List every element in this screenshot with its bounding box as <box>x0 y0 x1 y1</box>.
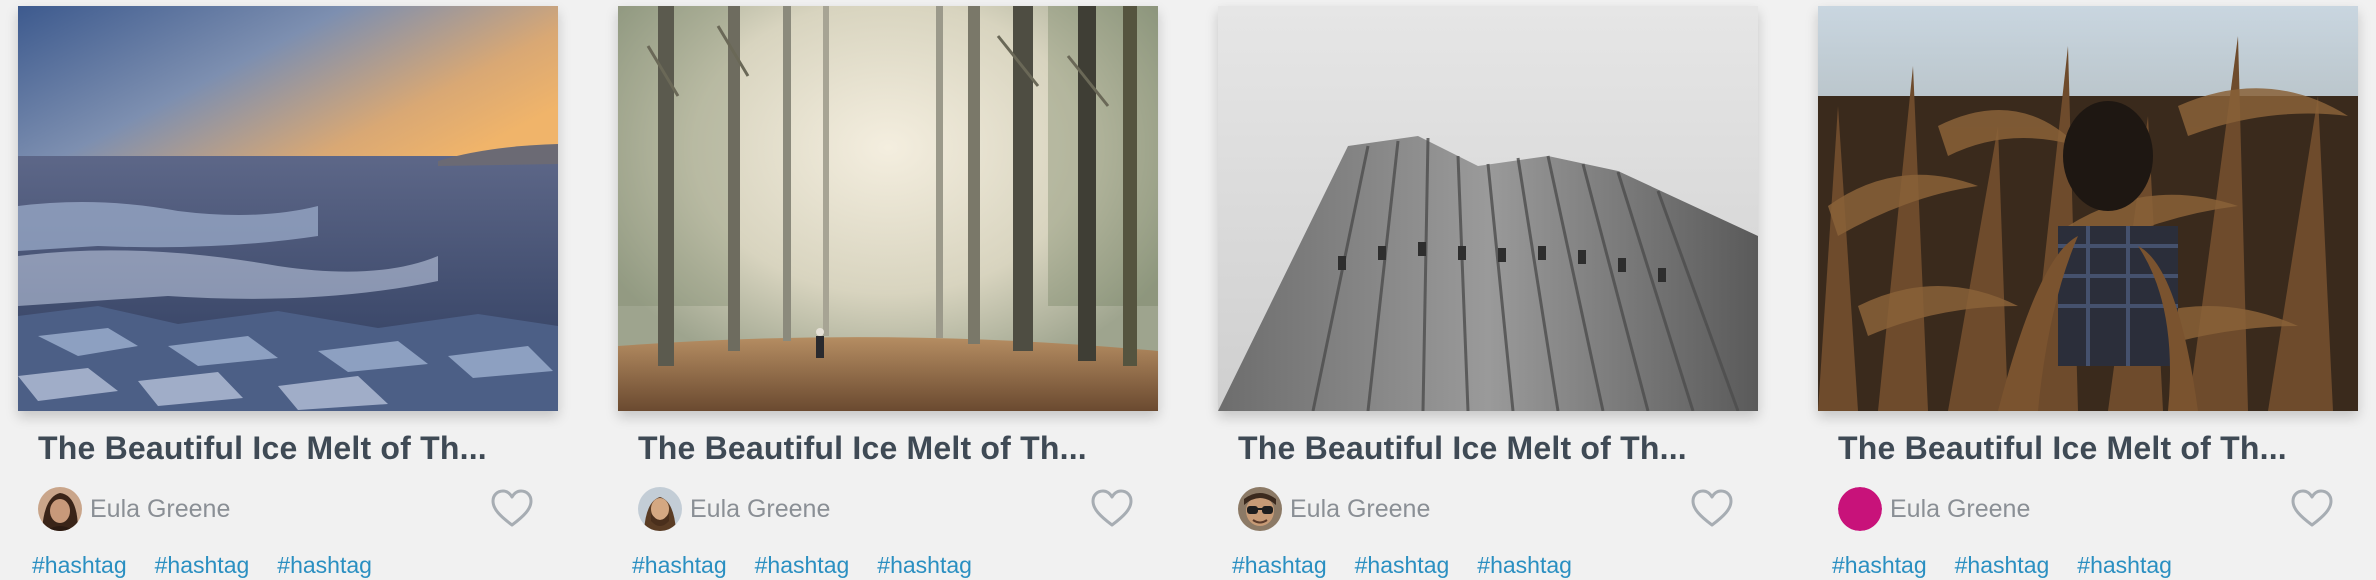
post-title[interactable]: The Beautiful Ice Melt of Th... <box>1238 430 1758 467</box>
post-card: The Beautiful Ice Melt of Th... Eula Gre… <box>1218 6 1758 578</box>
post-card: The Beautiful Ice Melt of Th... Eula Gre… <box>618 6 1158 578</box>
post-thumbnail-image[interactable] <box>1818 6 2358 411</box>
post-title[interactable]: The Beautiful Ice Melt of Th... <box>638 430 1158 467</box>
hashtag-link[interactable]: #hashtag <box>1955 552 2050 579</box>
hashtag-list: #hashtag #hashtag #hashtag <box>632 552 972 579</box>
hashtag-link[interactable]: #hashtag <box>1232 552 1327 579</box>
hashtag-link[interactable]: #hashtag <box>1477 552 1572 579</box>
hashtag-link[interactable]: #hashtag <box>277 552 372 579</box>
hashtag-link[interactable]: #hashtag <box>155 552 250 579</box>
author-name: Eula Greene <box>90 494 231 523</box>
hashtag-list: #hashtag #hashtag #hashtag <box>32 552 372 579</box>
author-avatar <box>638 487 682 531</box>
heart-outline-icon[interactable] <box>490 488 534 528</box>
author-avatar <box>1838 487 1882 531</box>
author-name: Eula Greene <box>690 494 831 523</box>
author-link[interactable]: Eula Greene <box>1838 486 2030 532</box>
post-thumbnail-image[interactable] <box>1218 6 1758 411</box>
heart-outline-icon[interactable] <box>2290 488 2334 528</box>
author-link[interactable]: Eula Greene <box>1238 486 1430 532</box>
hashtag-link[interactable]: #hashtag <box>1355 552 1450 579</box>
hashtag-link[interactable]: #hashtag <box>1832 552 1927 579</box>
post-card: The Beautiful Ice Melt of Th... Eula Gre… <box>1818 6 2358 578</box>
hashtag-link[interactable]: #hashtag <box>755 552 850 579</box>
hashtag-link[interactable]: #hashtag <box>632 552 727 579</box>
author-link[interactable]: Eula Greene <box>638 486 830 532</box>
post-title[interactable]: The Beautiful Ice Melt of Th... <box>38 430 558 467</box>
post-thumbnail-image[interactable] <box>18 6 558 411</box>
heart-outline-icon[interactable] <box>1090 488 1134 528</box>
author-name: Eula Greene <box>1290 494 1431 523</box>
post-thumbnail-image[interactable] <box>618 6 1158 411</box>
author-link[interactable]: Eula Greene <box>38 486 230 532</box>
hashtag-link[interactable]: #hashtag <box>2077 552 2172 579</box>
hashtag-link[interactable]: #hashtag <box>32 552 127 579</box>
hashtag-link[interactable]: #hashtag <box>877 552 972 579</box>
post-title[interactable]: The Beautiful Ice Melt of Th... <box>1838 430 2358 467</box>
author-name: Eula Greene <box>1890 494 2031 523</box>
hashtag-list: #hashtag #hashtag #hashtag <box>1232 552 1572 579</box>
post-card: The Beautiful Ice Melt of Th... Eula Gre… <box>18 6 558 578</box>
author-avatar <box>1238 487 1282 531</box>
card-grid: The Beautiful Ice Melt of Th... Eula Gre… <box>0 0 2376 580</box>
heart-outline-icon[interactable] <box>1690 488 1734 528</box>
hashtag-list: #hashtag #hashtag #hashtag <box>1832 552 2172 579</box>
author-avatar <box>38 487 82 531</box>
